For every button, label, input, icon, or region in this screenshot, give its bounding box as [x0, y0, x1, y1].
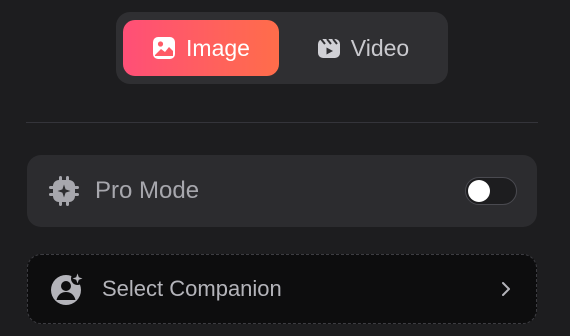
select-companion-label: Select Companion	[102, 276, 282, 301]
chip-icon	[47, 174, 81, 208]
video-tab-label: Video	[350, 34, 410, 61]
pro-mode-label: Pro Mode	[95, 177, 200, 204]
toggle-knob	[468, 180, 490, 202]
video-tab[interactable]: Video	[288, 20, 438, 76]
select-companion-button[interactable]: Select Companion	[27, 254, 537, 324]
video-icon	[317, 36, 341, 60]
image-tab-label: Image	[186, 34, 250, 61]
chevron-right-icon	[496, 279, 516, 299]
image-icon	[152, 36, 176, 60]
companion-avatar-icon	[48, 270, 86, 308]
image-tab[interactable]: Image	[123, 20, 279, 76]
pro-mode-toggle[interactable]	[465, 177, 517, 205]
pro-mode-row: Pro Mode	[27, 155, 537, 227]
media-type-switch: Image Video	[116, 12, 448, 84]
section-divider	[26, 122, 538, 123]
